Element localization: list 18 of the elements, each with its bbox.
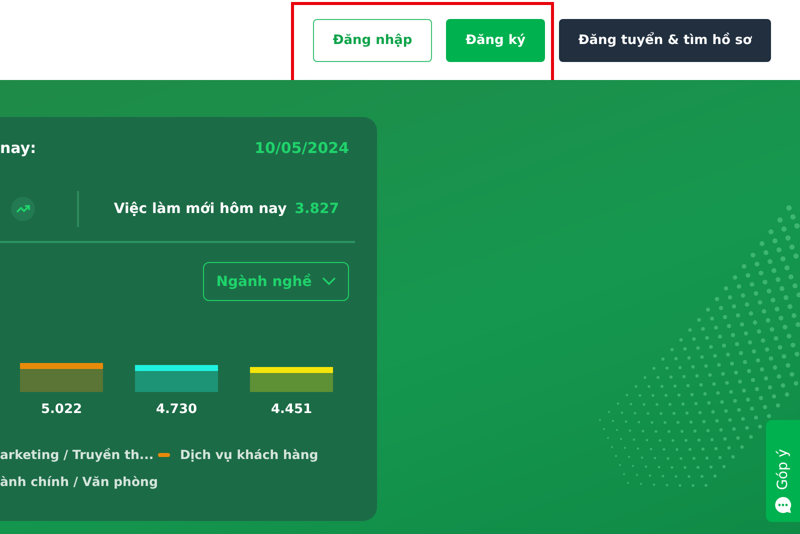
bar-value: 4.451 (270, 402, 314, 417)
trend-up-icon (11, 197, 35, 221)
new-jobs-count: 3.827 (294, 201, 339, 217)
industry-dropdown[interactable]: Ngành nghề (203, 262, 349, 301)
new-jobs-label: Việc làm mới hôm nay (114, 201, 287, 217)
date-text: 10/05/2024 (254, 139, 349, 157)
chevron-down-icon (322, 277, 336, 286)
bar-value: 5.022 (40, 402, 84, 417)
employer-button[interactable]: Đăng tuyển & tìm hồ sơ (559, 18, 771, 62)
legend-label: ành chính / Văn phòng (0, 474, 158, 489)
feedback-tab[interactable]: Góp ý (766, 420, 800, 522)
register-button[interactable]: Đăng ký (446, 18, 545, 62)
bar-value: 4.730 (154, 402, 198, 417)
card-title: nay: (0, 139, 36, 157)
legend-label: Dịch vụ khách hàng (180, 447, 318, 462)
chat-bubble-icon (774, 496, 792, 514)
legend-label: arketing / Truyền th... (0, 447, 154, 462)
login-button[interactable]: Đăng nhập (313, 18, 432, 62)
